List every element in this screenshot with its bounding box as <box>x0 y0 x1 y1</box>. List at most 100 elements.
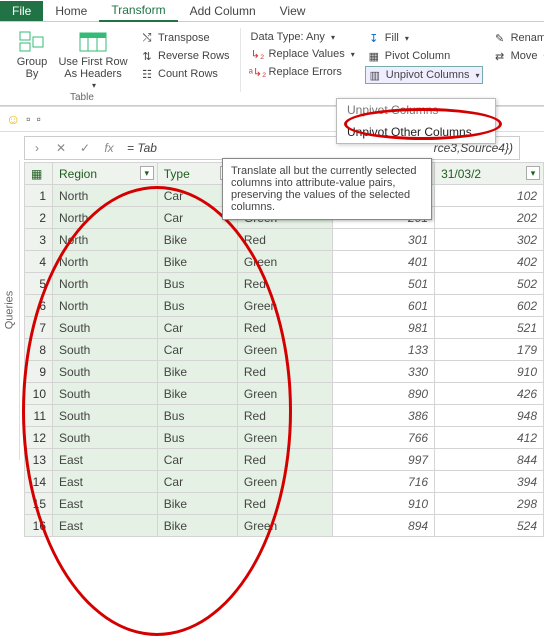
fill-button[interactable]: ↧Fill▾ <box>365 30 483 46</box>
cell[interactable]: North <box>53 185 158 207</box>
cell[interactable]: Red <box>237 405 332 427</box>
rename-button[interactable]: ✎Rename <box>491 30 544 46</box>
cell[interactable]: Bike <box>157 383 237 405</box>
cell[interactable]: Bus <box>157 405 237 427</box>
table-row[interactable]: 16EastBikeGreen894524 <box>25 515 544 537</box>
cell[interactable]: East <box>53 471 158 493</box>
cell[interactable]: 948 <box>435 405 544 427</box>
cell[interactable]: Bus <box>157 273 237 295</box>
table-row[interactable]: 6NorthBusGreen601602 <box>25 295 544 317</box>
cell[interactable]: 202 <box>435 207 544 229</box>
replace-errors-button[interactable]: ᵃ↳₂Replace Errors <box>249 64 357 80</box>
cell[interactable]: Car <box>157 449 237 471</box>
cell[interactable]: 15 <box>25 493 53 515</box>
cell[interactable]: 13 <box>25 449 53 471</box>
column-header[interactable]: Region▾ <box>53 163 158 185</box>
cell[interactable]: East <box>53 449 158 471</box>
cell[interactable]: 394 <box>435 471 544 493</box>
cell[interactable]: Red <box>237 273 332 295</box>
cell[interactable]: 298 <box>435 493 544 515</box>
cell[interactable]: Green <box>237 251 332 273</box>
cell[interactable]: 997 <box>333 449 435 471</box>
group-by-button[interactable]: Group By <box>10 28 54 92</box>
cell[interactable]: 330 <box>333 361 435 383</box>
table-row[interactable]: 9SouthBikeRed330910 <box>25 361 544 383</box>
cell[interactable]: Green <box>237 515 332 537</box>
cell[interactable]: 894 <box>333 515 435 537</box>
cell[interactable]: 602 <box>435 295 544 317</box>
cell[interactable]: 386 <box>333 405 435 427</box>
reverse-rows-button[interactable]: ⇅Reverse Rows <box>138 48 232 64</box>
cell[interactable]: South <box>53 361 158 383</box>
move-button[interactable]: ⇄Move▾ <box>491 48 544 64</box>
cell[interactable]: 2 <box>25 207 53 229</box>
cell[interactable]: Car <box>157 339 237 361</box>
cell[interactable]: 16 <box>25 515 53 537</box>
cell[interactable]: 102 <box>435 185 544 207</box>
cell[interactable]: Bike <box>157 515 237 537</box>
cell[interactable]: 524 <box>435 515 544 537</box>
cell[interactable]: Bus <box>157 427 237 449</box>
cell[interactable]: Red <box>237 229 332 251</box>
tab-view[interactable]: View <box>268 1 318 21</box>
data-type-button[interactable]: Data Type: Any▾ <box>249 30 357 44</box>
cell[interactable]: East <box>53 515 158 537</box>
unpivot-columns-button[interactable]: ▥Unpivot Columns▾ <box>365 66 483 84</box>
table-row[interactable]: 5NorthBusRed501502 <box>25 273 544 295</box>
cell[interactable]: 7 <box>25 317 53 339</box>
cell[interactable]: Green <box>237 471 332 493</box>
cell[interactable]: 133 <box>333 339 435 361</box>
tab-file[interactable]: File <box>0 1 43 21</box>
smiley-icon[interactable]: ☺ <box>6 111 20 127</box>
fx-icon[interactable]: fx <box>97 141 121 155</box>
cell[interactable]: South <box>53 427 158 449</box>
replace-values-button[interactable]: ↳₂Replace Values▾ <box>249 46 357 62</box>
cell[interactable]: 412 <box>435 427 544 449</box>
table-row[interactable]: 11SouthBusRed386948 <box>25 405 544 427</box>
cell[interactable]: Car <box>157 317 237 339</box>
cell[interactable]: 4 <box>25 251 53 273</box>
transpose-button[interactable]: ⤭Transpose <box>138 30 232 46</box>
cell[interactable]: 766 <box>333 427 435 449</box>
cell[interactable]: East <box>53 493 158 515</box>
cell[interactable]: North <box>53 229 158 251</box>
table-row[interactable]: 10SouthBikeGreen890426 <box>25 383 544 405</box>
cell[interactable]: North <box>53 295 158 317</box>
cell[interactable]: North <box>53 273 158 295</box>
cell[interactable]: Red <box>237 317 332 339</box>
cell[interactable]: Car <box>157 471 237 493</box>
cell[interactable]: Bike <box>157 493 237 515</box>
table-row[interactable]: 12SouthBusGreen766412 <box>25 427 544 449</box>
cell[interactable]: 1 <box>25 185 53 207</box>
cell[interactable]: North <box>53 251 158 273</box>
column-header[interactable]: 31/03/2▾ <box>435 163 544 185</box>
cell[interactable]: South <box>53 317 158 339</box>
cell[interactable]: 426 <box>435 383 544 405</box>
cell[interactable]: 716 <box>333 471 435 493</box>
cell[interactable]: 301 <box>333 229 435 251</box>
cell[interactable]: 910 <box>333 493 435 515</box>
cell[interactable]: Red <box>237 361 332 383</box>
expand-panel-icon[interactable]: › <box>25 141 49 155</box>
table-row[interactable]: 15EastBikeRed910298 <box>25 493 544 515</box>
cell[interactable]: 981 <box>333 317 435 339</box>
cell[interactable]: 5 <box>25 273 53 295</box>
cell[interactable]: South <box>53 405 158 427</box>
cell[interactable]: Bike <box>157 361 237 383</box>
cell[interactable]: 402 <box>435 251 544 273</box>
tab-home[interactable]: Home <box>43 1 99 21</box>
menu-unpivot-other-columns[interactable]: Unpivot Other Columns <box>337 121 495 143</box>
cell[interactable]: North <box>53 207 158 229</box>
table-row[interactable]: 14EastCarGreen716394 <box>25 471 544 493</box>
cell[interactable]: 9 <box>25 361 53 383</box>
cell[interactable]: Red <box>237 449 332 471</box>
cell[interactable]: Green <box>237 295 332 317</box>
cell[interactable]: 910 <box>435 361 544 383</box>
cell[interactable]: 8 <box>25 339 53 361</box>
table-row[interactable]: 13EastCarRed997844 <box>25 449 544 471</box>
table-row[interactable]: 3NorthBikeRed301302 <box>25 229 544 251</box>
menu-unpivot-columns[interactable]: Unpivot Columns <box>337 99 495 121</box>
cell[interactable]: 890 <box>333 383 435 405</box>
cell[interactable]: 601 <box>333 295 435 317</box>
cell[interactable]: 179 <box>435 339 544 361</box>
